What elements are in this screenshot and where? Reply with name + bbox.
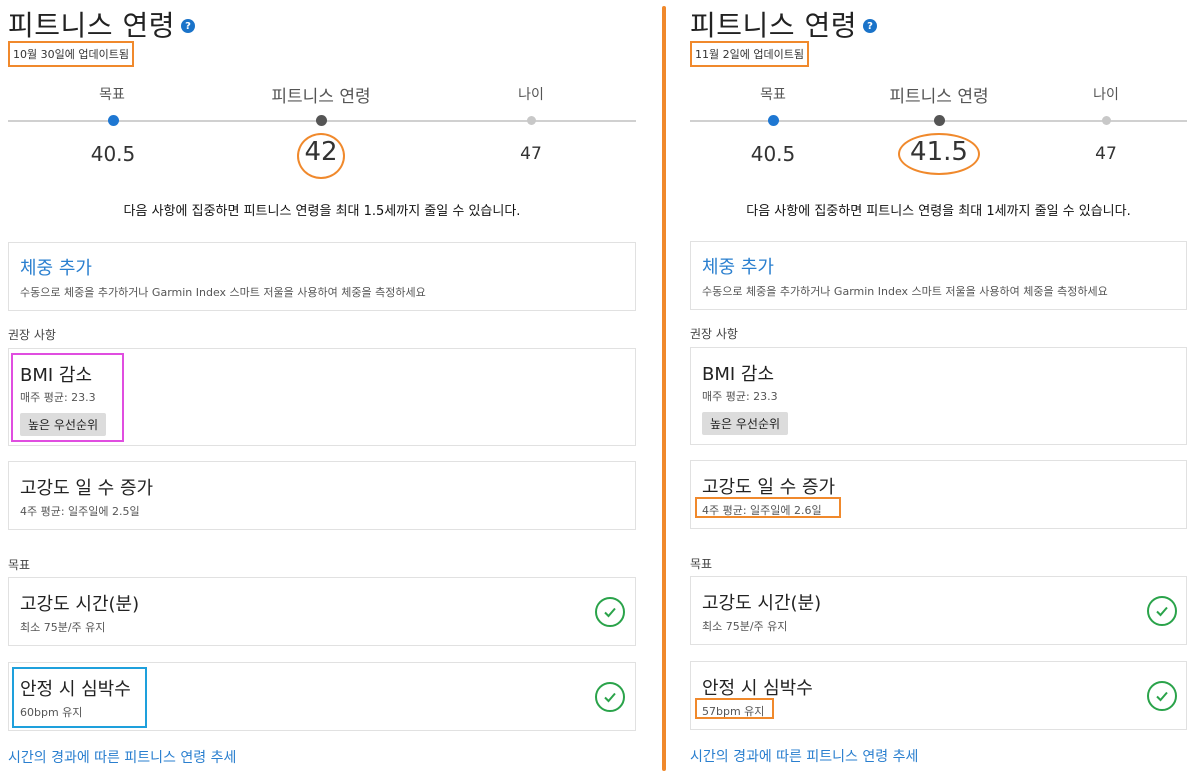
checkmark-icon bbox=[595, 682, 625, 712]
add-weight-card[interactable]: 체중 추가 수동으로 체중을 추가하거나 Garmin Index 스마트 저울… bbox=[8, 242, 636, 311]
add-weight-title[interactable]: 체중 추가 bbox=[702, 253, 774, 279]
updated-date: 11월 2일에 업데이트됨 bbox=[690, 41, 809, 67]
resting-hr-card[interactable]: 안정 시 심박수 57bpm 유지 bbox=[690, 661, 1187, 730]
bmi-title: BMI 감소 bbox=[702, 364, 775, 385]
vigorous-minutes-card[interactable]: 고강도 시간(분) 최소 75분/주 유지 bbox=[8, 577, 636, 646]
resting-hr-title: 안정 시 심박수 bbox=[702, 678, 813, 699]
fitness-age-marker bbox=[316, 115, 327, 126]
vigorous-minutes-subtitle: 최소 75분/주 유지 bbox=[702, 620, 788, 633]
vigorous-days-subtitle: 4주 평균: 일주일에 2.5일 bbox=[20, 505, 140, 518]
add-weight-card[interactable]: 체중 추가 수동으로 체중을 추가하거나 Garmin Index 스마트 저울… bbox=[690, 241, 1187, 310]
vigorous-days-title: 고강도 일 수 증가 bbox=[20, 478, 154, 499]
goals-label: 목표 bbox=[690, 557, 713, 571]
vigorous-days-card[interactable]: 고강도 일 수 증가 4주 평균: 일주일에 2.5일 bbox=[8, 461, 636, 530]
goal-marker bbox=[108, 115, 119, 126]
checkmark-icon bbox=[1147, 596, 1177, 626]
goal-value: 40.5 bbox=[750, 142, 796, 166]
panel-divider bbox=[662, 6, 666, 771]
title-row: 피트니스 연령 ? bbox=[8, 4, 195, 44]
highlight-box bbox=[11, 353, 124, 442]
vigorous-days-card[interactable]: 고강도 일 수 증가 4주 평균: 일주일에 2.6일 bbox=[690, 460, 1187, 529]
recommendations-label: 권장 사항 bbox=[8, 328, 56, 342]
age-label: 나이 bbox=[518, 87, 544, 103]
focus-message: 다음 사항에 집중하면 피트니스 연령을 최대 1세까지 줄일 수 있습니다. bbox=[746, 204, 1131, 219]
bmi-card[interactable]: BMI 감소 매주 평균: 23.3 높은 우선순위 bbox=[690, 347, 1187, 445]
goal-label: 목표 bbox=[760, 87, 786, 103]
add-weight-title[interactable]: 체중 추가 bbox=[20, 254, 92, 280]
age-marker bbox=[527, 116, 536, 125]
checkmark-icon bbox=[1147, 681, 1177, 711]
highlight-box bbox=[695, 698, 774, 719]
vigorous-minutes-card[interactable]: 고강도 시간(분) 최소 75분/주 유지 bbox=[690, 576, 1187, 645]
page-title: 피트니스 연령 bbox=[8, 9, 175, 42]
vigorous-minutes-title: 고강도 시간(분) bbox=[702, 593, 822, 614]
fitness-age-marker bbox=[934, 115, 945, 126]
age-value: 47 bbox=[520, 144, 542, 164]
recommendations-label: 권장 사항 bbox=[690, 327, 738, 341]
priority-badge: 높은 우선순위 bbox=[702, 412, 789, 435]
fitness-age-value: 41.5 bbox=[910, 137, 968, 167]
fitness-age-label: 피트니스 연령 bbox=[271, 87, 371, 107]
question-circle-icon[interactable]: ? bbox=[862, 19, 877, 33]
goal-label: 목표 bbox=[99, 87, 125, 103]
updated-date: 10월 30일에 업데이트됨 bbox=[8, 41, 134, 67]
bmi-subtitle: 매주 평균: 23.3 bbox=[702, 390, 778, 403]
age-marker bbox=[1102, 116, 1111, 125]
checkmark-icon bbox=[595, 597, 625, 627]
fitness-age-trend-link[interactable]: 시간의 경과에 따른 피트니스 연령 추세 bbox=[8, 747, 236, 767]
updated-date-text: 10월 30일에 업데이트됨 bbox=[13, 48, 129, 61]
goals-label: 목표 bbox=[8, 558, 31, 572]
highlight-box bbox=[695, 497, 841, 518]
add-weight-subtitle: 수동으로 체중을 추가하거나 Garmin Index 스마트 저울을 사용하여… bbox=[702, 285, 1108, 298]
updated-date-text: 11월 2일에 업데이트됨 bbox=[695, 48, 804, 61]
add-weight-subtitle: 수동으로 체중을 추가하거나 Garmin Index 스마트 저울을 사용하여… bbox=[20, 286, 426, 299]
goal-marker bbox=[768, 115, 779, 126]
vigorous-minutes-subtitle: 최소 75분/주 유지 bbox=[20, 621, 106, 634]
fitness-age-panel-right: 피트니스 연령 ? 11월 2일에 업데이트됨 목표 피트니스 연령 나이 40… bbox=[682, 0, 1197, 771]
goal-value: 40.5 bbox=[90, 142, 136, 166]
highlight-box bbox=[12, 667, 147, 728]
fitness-age-value: 42 bbox=[304, 137, 338, 167]
fitness-age-label: 피트니스 연령 bbox=[889, 87, 989, 107]
focus-message: 다음 사항에 집중하면 피트니스 연령을 최대 1.5세까지 줄일 수 있습니다… bbox=[123, 204, 521, 219]
fitness-age-panel-left: 피트니스 연령 ? 10월 30일에 업데이트됨 목표 피트니스 연령 나이 4… bbox=[0, 0, 644, 771]
fitness-age-trend-link[interactable]: 시간의 경과에 따른 피트니스 연령 추세 bbox=[690, 746, 918, 766]
vigorous-days-title: 고강도 일 수 증가 bbox=[702, 477, 836, 498]
title-row: 피트니스 연령 ? bbox=[690, 4, 877, 44]
question-circle-icon[interactable]: ? bbox=[180, 19, 195, 33]
vigorous-minutes-title: 고강도 시간(분) bbox=[20, 594, 140, 615]
age-value: 47 bbox=[1095, 144, 1117, 164]
page-title: 피트니스 연령 bbox=[690, 9, 857, 42]
age-label: 나이 bbox=[1093, 87, 1119, 103]
